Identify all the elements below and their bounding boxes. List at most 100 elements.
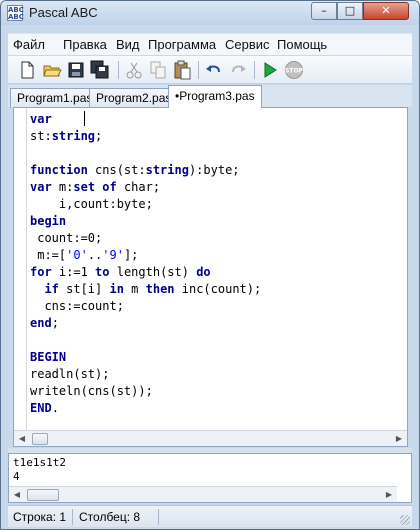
code-keyword: var [30,112,52,126]
copy-icon [150,61,166,79]
code-text: .. [87,248,103,262]
scroll-left-icon[interactable]: ◀ [14,431,30,446]
editor-horizontal-scrollbar[interactable]: ◀ ▶ [14,430,407,446]
menu-edit[interactable]: Правка [63,37,107,52]
stop-button[interactable]: STOP [284,60,304,80]
code-text: ; [95,129,103,143]
code-text: m [123,282,146,296]
code-line: var m:set of char; [30,179,160,196]
maximize-button[interactable]: □ [337,2,363,20]
close-button[interactable]: ✕ [363,2,409,20]
scrollbar-thumb[interactable] [27,489,59,501]
open-folder-icon [43,65,62,77]
cut-button[interactable] [124,60,144,80]
redo-button[interactable] [228,60,248,80]
copy-button[interactable] [148,60,168,80]
code-line: m:=['0'..'9']; [30,247,138,264]
code-text: length(st) [109,265,197,279]
code-editor[interactable]: var st:string; function cns(st:string):byt… [13,107,408,447]
run-button[interactable] [260,60,280,80]
code-line: i,count:byte; [30,196,153,213]
code-text: writeln(cns(st)); [30,384,153,398]
scroll-right-icon[interactable]: ▶ [391,431,407,446]
menu-program[interactable]: Программа [148,37,216,52]
app-window: ABC ABC Pascal ABC – □ ✕ Файл Правка Вид … [0,0,420,530]
code-keyword: then [145,282,175,296]
save-icon [68,62,84,78]
undo-icon [206,65,220,73]
code-text: st[i] [58,282,110,296]
toolbar-separator [198,61,199,79]
output-horizontal-scrollbar[interactable]: ◀ ▶ [9,486,397,502]
code-keyword: set of [73,180,117,194]
resize-grip-icon[interactable] [400,515,410,525]
code-keyword: if [44,282,59,296]
toolbar-separator [254,61,255,79]
scroll-right-icon[interactable]: ▶ [381,487,397,502]
menu-file[interactable]: Файл [13,37,45,52]
minimize-icon: – [321,4,327,17]
open-button[interactable] [42,60,62,80]
code-line: readln(st); [30,366,109,383]
code-text: i:=1 [51,265,96,279]
code-keyword: do [196,265,211,279]
code-text: i,count:byte; [30,197,153,211]
menu-help[interactable]: Помощь [277,37,327,52]
status-bar: Строка: 1 Столбец: 8 [8,505,412,527]
undo-button[interactable] [204,60,224,80]
output-panel[interactable]: t1e1s1t2 4 ◀ ▶ [8,453,412,503]
stop-label: STOP [285,68,304,75]
code-text: cns:=count; [30,299,124,313]
app-logo-icon: ABC ABC [7,5,24,21]
window-title: Pascal ABC [29,5,98,20]
code-string: '0' [66,248,88,262]
code-keyword: string [51,129,96,143]
save-all-button[interactable] [90,60,110,80]
code-text: m:=[ [30,248,67,262]
code-text: . [51,401,59,415]
menu-view[interactable]: Вид [116,37,140,52]
run-icon [264,62,277,78]
code-text: char; [116,180,161,194]
code-keyword: BEGIN [30,350,67,364]
tab-program2[interactable]: Program2.pas [89,88,179,108]
code-line: function cns(st:string):byte; [30,162,240,179]
code-text: ]; [123,248,139,262]
code-text: st: [30,129,52,143]
save-all-icon [90,60,109,79]
save-button[interactable] [66,60,86,80]
scroll-left-icon[interactable]: ◀ [9,487,25,502]
code-keyword: begin [30,214,67,228]
code-keyword: for [30,265,52,279]
code-text: readln(st); [30,367,110,381]
code-line: writeln(cns(st)); [30,383,153,400]
code-text: m: [51,180,74,194]
code-keyword: to [95,265,110,279]
new-file-button[interactable] [17,60,37,80]
paste-icon [174,60,191,80]
tab-program1[interactable]: Program1.pas [10,88,100,108]
status-line: Строка: 1 [13,510,67,524]
maximize-icon: □ [344,4,356,17]
code-text: ; [51,316,59,330]
code-line: count:=0; [30,230,102,247]
scrollbar-thumb[interactable] [32,433,48,445]
code-keyword: end [30,316,52,330]
title-bar[interactable]: ABC ABC Pascal ABC – □ ✕ [1,1,419,25]
code-string: '9' [102,248,124,262]
status-divider [158,509,159,525]
code-keyword: function [30,163,88,177]
menu-service[interactable]: Сервис [225,37,270,52]
code-text: cns(st: [87,163,146,177]
tab-program3[interactable]: •Program3.pas [168,85,262,108]
output-line: 4 [13,470,20,483]
status-column: Столбец: 8 [79,510,141,524]
code-line: var [30,111,52,128]
output-line: t1e1s1t2 [13,456,66,469]
paste-button[interactable] [172,60,192,80]
code-line: END. [30,400,59,417]
code-line: st:string; [30,128,102,145]
minimize-button[interactable]: – [311,2,337,20]
editor-gutter [14,108,27,430]
